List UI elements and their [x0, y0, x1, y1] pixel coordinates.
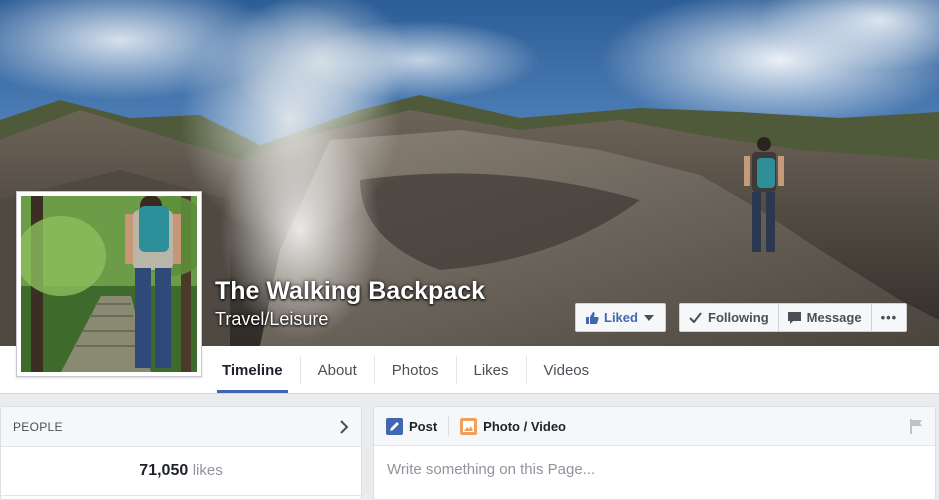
likes-count: 71,050: [139, 462, 189, 479]
following-label: Following: [708, 310, 769, 325]
tab-videos[interactable]: Videos: [527, 346, 607, 394]
more-button[interactable]: •••: [872, 304, 907, 331]
people-divider: [1, 495, 361, 496]
thumbs-up-icon: [585, 311, 599, 325]
post-tab[interactable]: Post: [386, 417, 438, 435]
photo-icon: [460, 417, 478, 435]
tab-about[interactable]: About: [301, 346, 374, 394]
people-header[interactable]: PEOPLE: [1, 407, 361, 447]
chevron-right-icon: [340, 419, 349, 434]
photo-video-tab[interactable]: Photo / Video: [460, 417, 566, 435]
likes-summary[interactable]: 71,050 likes: [1, 462, 361, 480]
photo-video-tab-label: Photo / Video: [483, 418, 566, 434]
composer-input[interactable]: Write something on this Page...: [374, 446, 935, 493]
check-icon: [689, 312, 702, 323]
message-icon: [787, 311, 801, 324]
message-label: Message: [806, 310, 862, 325]
caret-down-icon: [643, 314, 654, 321]
liked-button[interactable]: Liked: [575, 303, 666, 332]
flag-icon[interactable]: [909, 418, 923, 434]
tab-likes[interactable]: Likes: [457, 346, 526, 394]
message-button[interactable]: Message: [779, 304, 872, 331]
post-tab-label: Post: [409, 418, 438, 434]
people-title: PEOPLE: [13, 419, 63, 434]
liked-label: Liked: [604, 310, 638, 325]
post-composer: Post Photo / Video Write something on th…: [373, 406, 936, 500]
page-tabs: Timeline About Photos Likes Videos: [205, 346, 606, 394]
page-category[interactable]: Travel/Leisure: [215, 309, 328, 330]
page-title[interactable]: The Walking Backpack: [215, 277, 485, 306]
tab-timeline[interactable]: Timeline: [205, 346, 300, 394]
profile-image: [21, 196, 197, 372]
likes-label: likes: [192, 462, 223, 479]
action-button-group: Following Message •••: [679, 303, 908, 332]
people-card: PEOPLE 71,050 likes: [0, 406, 362, 500]
pencil-icon: [386, 417, 403, 435]
following-button[interactable]: Following: [680, 304, 779, 331]
profile-picture[interactable]: [16, 191, 202, 377]
tab-photos[interactable]: Photos: [375, 346, 456, 394]
more-icon: •••: [880, 310, 898, 325]
composer-tabs: Post Photo / Video: [374, 407, 935, 446]
composer-tab-divider: [448, 416, 450, 436]
